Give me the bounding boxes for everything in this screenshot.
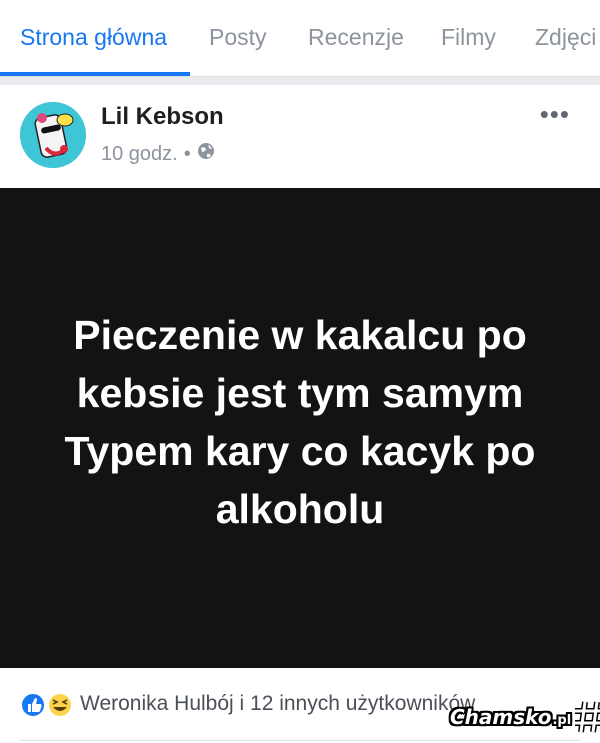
reaction-icons xyxy=(20,690,76,720)
tab-reviews[interactable]: Recenzje xyxy=(308,24,404,51)
page-tabs-bar: Strona główna Posty Recenzje Filmy Zdjęc… xyxy=(0,0,600,77)
more-options-button[interactable]: ••• xyxy=(540,99,570,130)
meta-separator: • xyxy=(183,142,191,165)
tab-photos[interactable]: Zdjęci xyxy=(535,24,596,51)
post-image-text: Pieczenie w kakalcu po kebsie jest tym s… xyxy=(64,312,536,532)
feed-separator xyxy=(0,77,600,85)
watermark-hash-icon xyxy=(575,701,600,733)
post-meta: 10 godz. • xyxy=(101,142,215,166)
post-author[interactable]: Lil Kebson xyxy=(101,103,224,131)
post-header: Lil Kebson 10 godz. • ••• xyxy=(0,85,600,188)
tab-videos[interactable]: Filmy xyxy=(441,24,496,51)
tab-home[interactable]: Strona główna xyxy=(20,24,167,51)
post-time[interactable]: 10 godz. xyxy=(101,143,178,166)
like-icon xyxy=(20,692,46,718)
reactions-summary[interactable]: Weronika Hulbój i 12 innych użytkowników xyxy=(80,692,475,716)
globe-icon xyxy=(197,142,215,166)
site-watermark: Chamsko .pl xyxy=(450,700,600,734)
post-image[interactable]: Pieczenie w kakalcu po kebsie jest tym s… xyxy=(0,188,600,668)
tab-posts[interactable]: Posty xyxy=(209,24,267,51)
watermark-main: Chamsko xyxy=(450,705,552,729)
avatar[interactable] xyxy=(20,102,86,168)
divider xyxy=(20,740,580,741)
watermark-sub: .pl xyxy=(552,712,572,728)
active-tab-indicator xyxy=(0,72,190,76)
haha-icon xyxy=(47,692,73,718)
